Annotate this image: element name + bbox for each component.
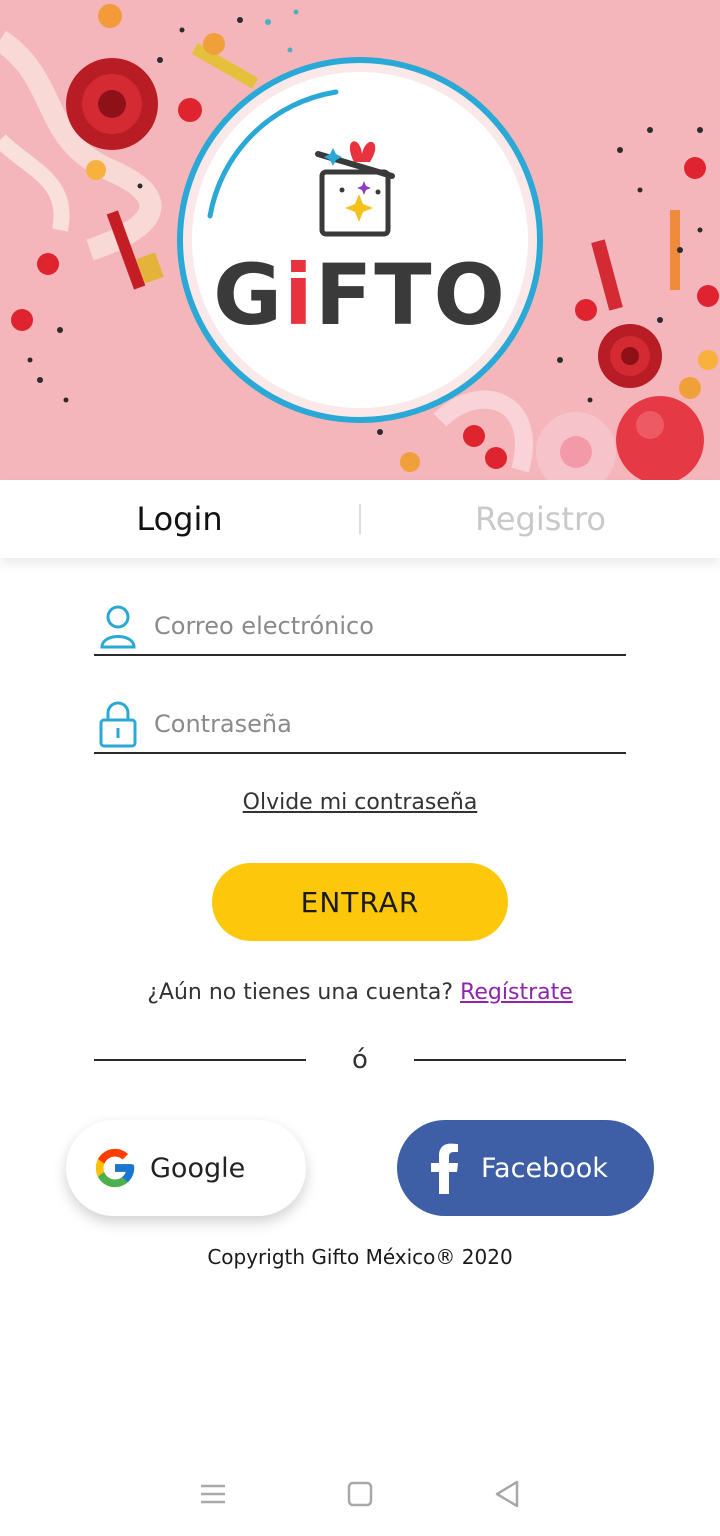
- gifto-logo: [174, 54, 546, 426]
- user-icon: [94, 602, 142, 650]
- or-label: ó: [352, 1045, 368, 1075]
- system-nav-bar: [0, 1452, 720, 1536]
- home-icon[interactable]: [340, 1474, 380, 1514]
- tab-login[interactable]: Login: [0, 500, 359, 538]
- google-icon: [92, 1145, 138, 1191]
- logo-ring: [177, 57, 543, 423]
- email-field: [94, 598, 626, 656]
- copyright-text: Copyrigth Gifto México® 2020: [207, 1245, 513, 1269]
- separator-line-right: [413, 1059, 626, 1061]
- wordmark-fto: FTO: [314, 246, 507, 344]
- facebook-login-button[interactable]: Facebook: [397, 1120, 654, 1216]
- enter-button[interactable]: ENTRAR: [212, 863, 508, 941]
- wordmark-i: i: [284, 246, 315, 344]
- facebook-icon: [431, 1142, 459, 1194]
- lock-icon: [94, 700, 142, 748]
- separator-line-left: [94, 1059, 306, 1061]
- signup-link[interactable]: Regístrate: [460, 980, 573, 1005]
- signup-prompt-text: ¿Aún no tienes una cuenta?: [147, 980, 454, 1005]
- password-input[interactable]: [154, 710, 614, 738]
- auth-tabs: Login Registro: [0, 480, 720, 558]
- wordmark-g: G: [213, 246, 285, 344]
- facebook-label: Facebook: [481, 1152, 608, 1184]
- menu-icon[interactable]: [193, 1474, 233, 1514]
- password-field: [94, 696, 626, 754]
- email-input[interactable]: [154, 612, 614, 640]
- gifto-wordmark: GiFTO: [0, 246, 720, 344]
- or-separator: ó: [94, 1040, 626, 1080]
- forgot-password-link[interactable]: Olvide mi contraseña: [0, 790, 720, 815]
- tab-registro[interactable]: Registro: [361, 500, 720, 538]
- google-login-button[interactable]: Google: [66, 1120, 306, 1216]
- hero-banner: GiFTO: [0, 0, 720, 480]
- signup-prompt: ¿Aún no tienes una cuenta? Regístrate: [0, 980, 720, 1005]
- back-icon[interactable]: [487, 1474, 527, 1514]
- google-label: Google: [150, 1152, 246, 1184]
